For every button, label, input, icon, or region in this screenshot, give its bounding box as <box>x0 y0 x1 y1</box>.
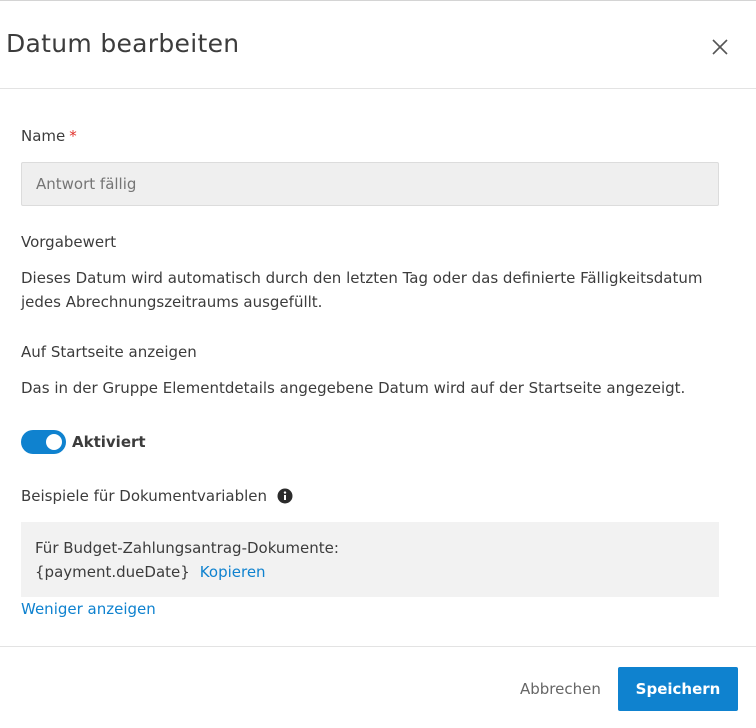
info-icon[interactable] <box>277 488 293 504</box>
show-less-link[interactable]: Weniger anzeigen <box>21 597 156 621</box>
dialog-footer: Abbrechen Speichern <box>0 646 756 728</box>
toggle-knob <box>46 434 62 450</box>
homepage-label: Auf Startseite anzeigen <box>21 343 197 361</box>
homepage-description: Das in der Gruppe Elementdetails angegeb… <box>21 379 686 397</box>
dialog-title: Datum bearbeiten <box>6 29 240 58</box>
name-label-text: Name <box>21 127 66 145</box>
copy-link[interactable]: Kopieren <box>200 563 266 581</box>
toggle-label: Aktiviert <box>72 433 146 451</box>
name-input[interactable] <box>21 162 719 206</box>
homepage-toggle-row: Aktiviert <box>21 430 146 454</box>
close-icon <box>712 39 728 55</box>
default-value-description: Dieses Datum wird automatisch durch den … <box>21 269 703 311</box>
close-button[interactable] <box>706 33 734 61</box>
name-label: Name * <box>21 127 77 145</box>
example-variable: {payment.dueDate} <box>35 563 190 581</box>
examples-label-row: Beispiele für Dokumentvariablen <box>21 487 293 505</box>
example-line: Für Budget-Zahlungsantrag-Dokumente: <box>35 539 339 557</box>
required-mark: * <box>69 127 77 145</box>
edit-date-dialog: Datum bearbeiten Name* Vorgabewert Diese… <box>0 0 756 728</box>
example-box: Für Budget-Zahlungsantrag-Dokumente: {pa… <box>21 522 719 597</box>
examples-label: Beispiele für Dokumentvariablen <box>21 487 268 505</box>
default-value-label: Vorgabewert <box>21 233 117 251</box>
homepage-toggle[interactable] <box>21 430 66 454</box>
cancel-button[interactable]: Abbrechen <box>516 669 605 709</box>
example-variable-row: {payment.dueDate} Kopieren <box>35 560 705 584</box>
dialog-header: Datum bearbeiten <box>0 1 756 89</box>
save-button[interactable]: Speichern <box>618 667 738 711</box>
